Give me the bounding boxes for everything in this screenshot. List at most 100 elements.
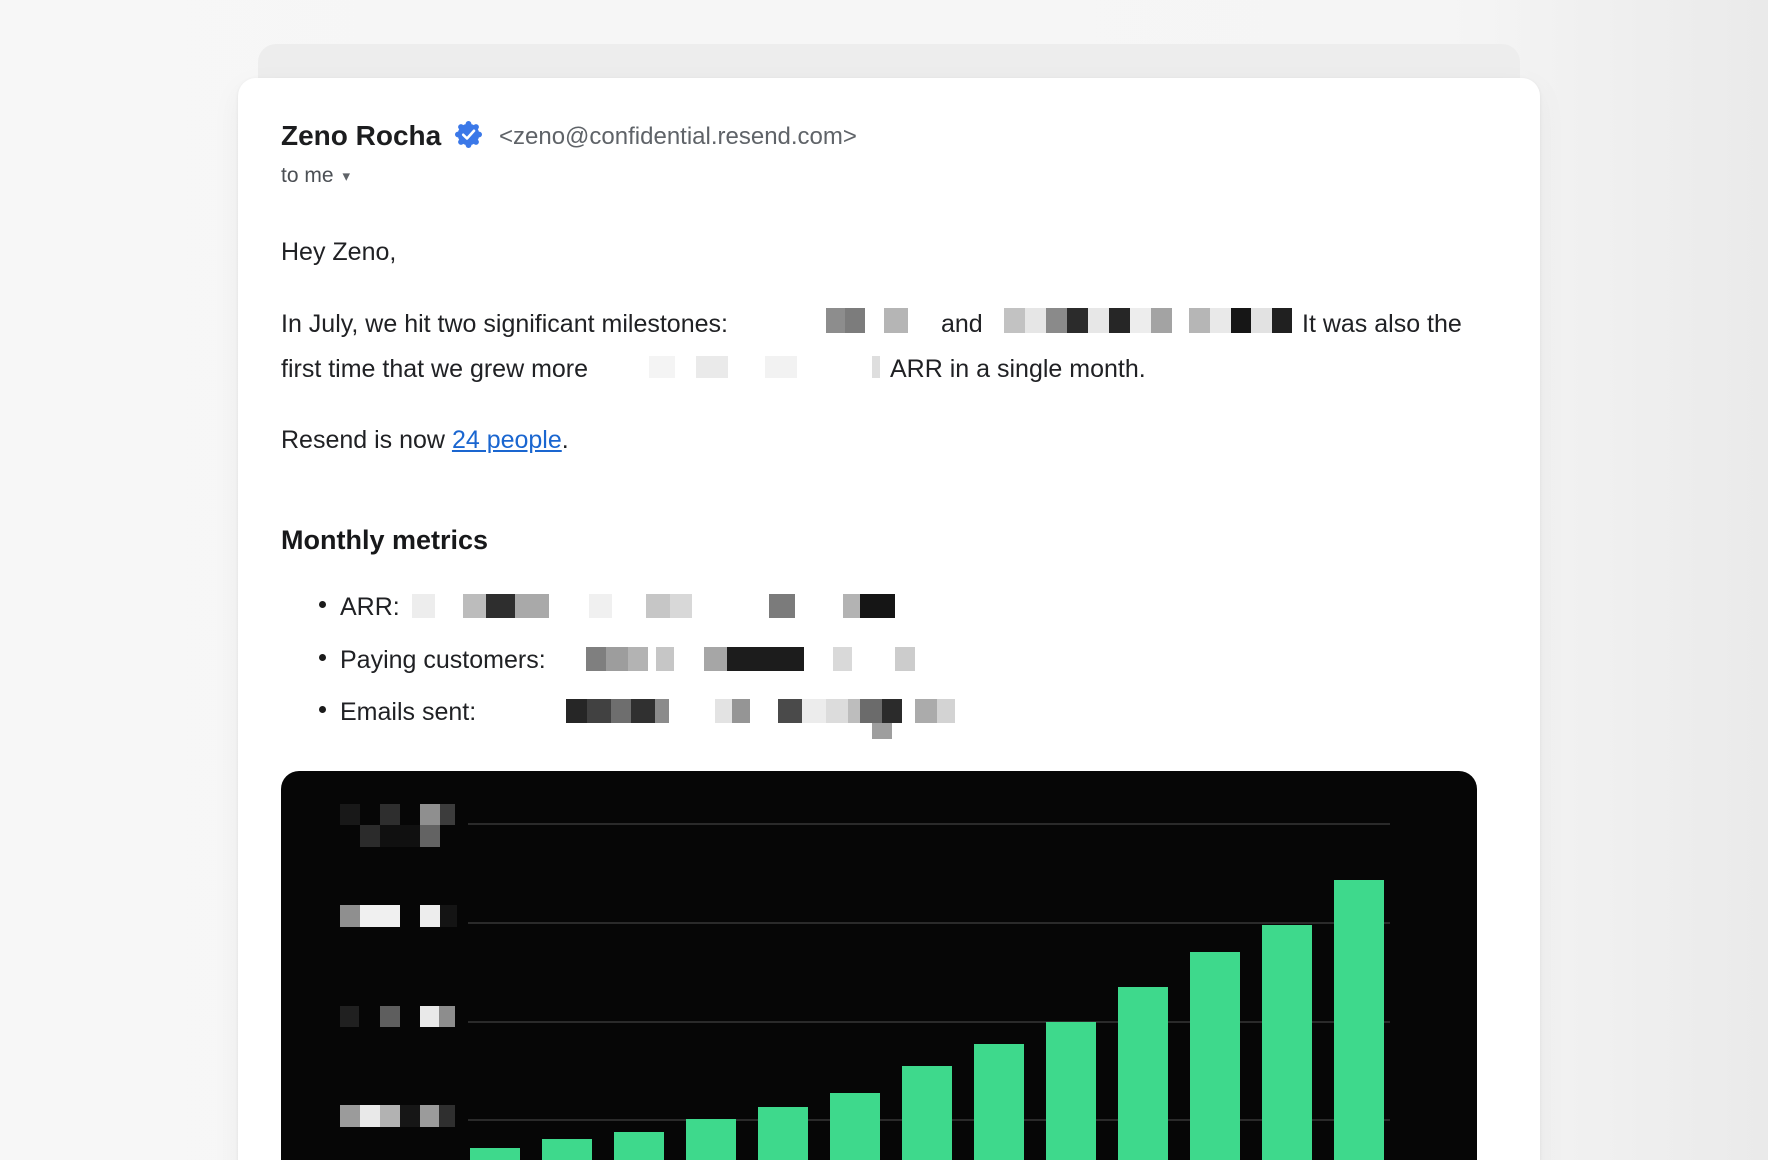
arr-value-redaction-cell <box>769 594 795 618</box>
emails-sent-value-redaction-cell <box>655 699 669 723</box>
chart-ytick-2-redaction-cell <box>420 905 440 927</box>
chart-gridline <box>468 922 1390 924</box>
paragraph-line2-start: first time that we grew more <box>281 354 588 384</box>
chart-ytick-1-row-b-redaction-cell <box>360 825 380 847</box>
paragraph-line1-end: It was also the <box>1302 309 1462 339</box>
chart-bar <box>470 1148 520 1160</box>
arr-value-redaction-cell <box>515 594 549 618</box>
chart-ytick-3-redaction-cell <box>340 1006 359 1027</box>
milestone-2-redaction-cell <box>1231 308 1251 333</box>
bullet-label-arr: ARR: <box>340 592 400 622</box>
growth-amount-redaction-cell <box>696 356 728 378</box>
emails-sent-value-redaction-cell <box>802 699 826 723</box>
chart-bar <box>902 1066 952 1160</box>
arr-value-redaction-cell <box>589 594 612 618</box>
paying-customers-value-redaction-cell <box>895 647 915 671</box>
emails-sent-value-redaction-cell <box>631 699 655 723</box>
emails-sent-value-redaction-cell <box>732 699 750 723</box>
milestone-2-redaction-cell <box>1067 308 1088 333</box>
emails-sent-value-redaction-cell <box>587 699 611 723</box>
chart-bar <box>614 1132 664 1160</box>
metrics-heading: Monthly metrics <box>281 524 488 556</box>
chart-ytick-4-redaction-cell <box>380 1105 400 1127</box>
chart-ytick-4-redaction-cell <box>420 1105 439 1127</box>
milestone-2-redaction-cell <box>1109 308 1130 333</box>
chart-ytick-1-row-b-redaction-cell <box>380 825 420 847</box>
milestone-2-redaction-cell <box>1189 308 1210 333</box>
paying-customers-value-redaction-cell <box>606 647 628 671</box>
chart-bar <box>1046 1022 1096 1160</box>
chart-ytick-1-row-a-redaction-cell <box>380 804 400 825</box>
chart-ytick-3-redaction-cell <box>439 1006 455 1027</box>
chart-ytick-1-row-a-redaction-cell <box>340 804 360 825</box>
chart-bar <box>830 1093 880 1160</box>
recipient-label: to me <box>281 164 334 188</box>
chevron-down-icon[interactable]: ▾ <box>343 167 351 185</box>
recipient-dropdown[interactable]: to me ▾ <box>281 164 350 188</box>
arr-value-redaction-cell <box>646 594 670 618</box>
chart-bar <box>686 1119 736 1160</box>
paying-customers-value-redaction-cell <box>656 647 674 671</box>
chart-ytick-1-row-b-redaction-cell <box>420 825 440 847</box>
paying-customers-value-redaction-cell <box>704 647 727 671</box>
emails-sent-value-redaction-cell <box>915 699 937 723</box>
growth-amount-redaction-cell <box>765 356 797 378</box>
chart-ytick-3-redaction-cell <box>380 1006 400 1027</box>
milestone-2-redaction-cell <box>1130 308 1151 333</box>
team-size-line: Resend is now 24 people. <box>281 425 569 455</box>
milestone-1-redaction-cell <box>845 308 865 333</box>
chart-ytick-4-redaction-cell <box>340 1105 360 1127</box>
chart-ytick-2-redaction-cell <box>440 905 457 927</box>
chart-ytick-1-row-a-redaction-cell <box>420 804 440 825</box>
paragraph-line2-end: ARR in a single month. <box>890 354 1146 384</box>
arr-value-redaction-cell <box>463 594 486 618</box>
emails-sent-value-redaction-cell <box>937 699 955 723</box>
milestone-1-redaction-cell <box>826 308 845 333</box>
growth-amount-redaction-cell <box>872 356 880 378</box>
emails-sent-value-redaction-cell <box>826 699 848 723</box>
milestone-1-redaction-cell <box>884 308 908 333</box>
bullet-label-paying-customers: Paying customers: <box>340 645 546 675</box>
email-reader-view: Zeno Rocha <zeno@confidential.resend.com… <box>0 0 1768 1160</box>
chart-ytick-4-redaction-cell <box>439 1105 455 1127</box>
growth-amount-redaction-cell <box>649 356 675 378</box>
chart-ytick-2-redaction-cell <box>340 905 360 927</box>
bullet-label-emails-sent: Emails sent: <box>340 697 476 727</box>
arr-value-redaction-cell <box>843 594 860 618</box>
milestone-2-redaction-cell <box>1151 308 1172 333</box>
emails-sent-value-redaction-cell <box>566 699 587 723</box>
bullet-dot <box>319 706 326 713</box>
emails-sent-value-redaction-cell <box>778 699 802 723</box>
greeting-text: Hey Zeno, <box>281 237 396 267</box>
sender-address: <zeno@confidential.resend.com> <box>499 123 857 152</box>
milestone-2-redaction-cell <box>1004 308 1025 333</box>
chart-bar <box>758 1107 808 1160</box>
chart-bar <box>1118 987 1168 1160</box>
team-size-link[interactable]: 24 people <box>452 426 562 454</box>
chart-ytick-2-redaction-cell <box>360 905 400 927</box>
arr-value-redaction-cell <box>412 594 435 618</box>
paragraph-line1-start: In July, we hit two significant mileston… <box>281 309 728 339</box>
team-size-suffix: . <box>562 426 569 454</box>
emails-sent-value-redaction-cell <box>882 699 902 723</box>
milestone-2-redaction-cell <box>1251 308 1272 333</box>
milestone-2-redaction-cell <box>1272 308 1292 333</box>
emails-sent-value-descender-redaction-cell <box>872 723 892 739</box>
team-size-prefix: Resend is now <box>281 426 452 454</box>
emails-sent-value-redaction-cell <box>715 699 732 723</box>
paying-customers-value-redaction-cell <box>586 647 606 671</box>
milestone-2-redaction-cell <box>1210 308 1231 333</box>
milestone-2-redaction-cell <box>1046 308 1067 333</box>
paragraph-line1-and: and <box>941 309 983 339</box>
chart-ytick-3-redaction-cell <box>420 1006 439 1027</box>
chart-gridline <box>468 1021 1390 1023</box>
chart-ytick-4-redaction-cell <box>400 1105 420 1127</box>
arr-value-redaction-cell <box>670 594 692 618</box>
chart-ytick-4-redaction-cell <box>360 1105 380 1127</box>
chart-ytick-1-row-a-redaction-cell <box>440 804 455 825</box>
sender-name: Zeno Rocha <box>281 119 441 153</box>
emails-sent-value-redaction-cell <box>611 699 631 723</box>
chart-bar <box>542 1139 592 1160</box>
paying-customers-value-redaction-cell <box>628 647 648 671</box>
chart-gridline <box>468 823 1390 825</box>
